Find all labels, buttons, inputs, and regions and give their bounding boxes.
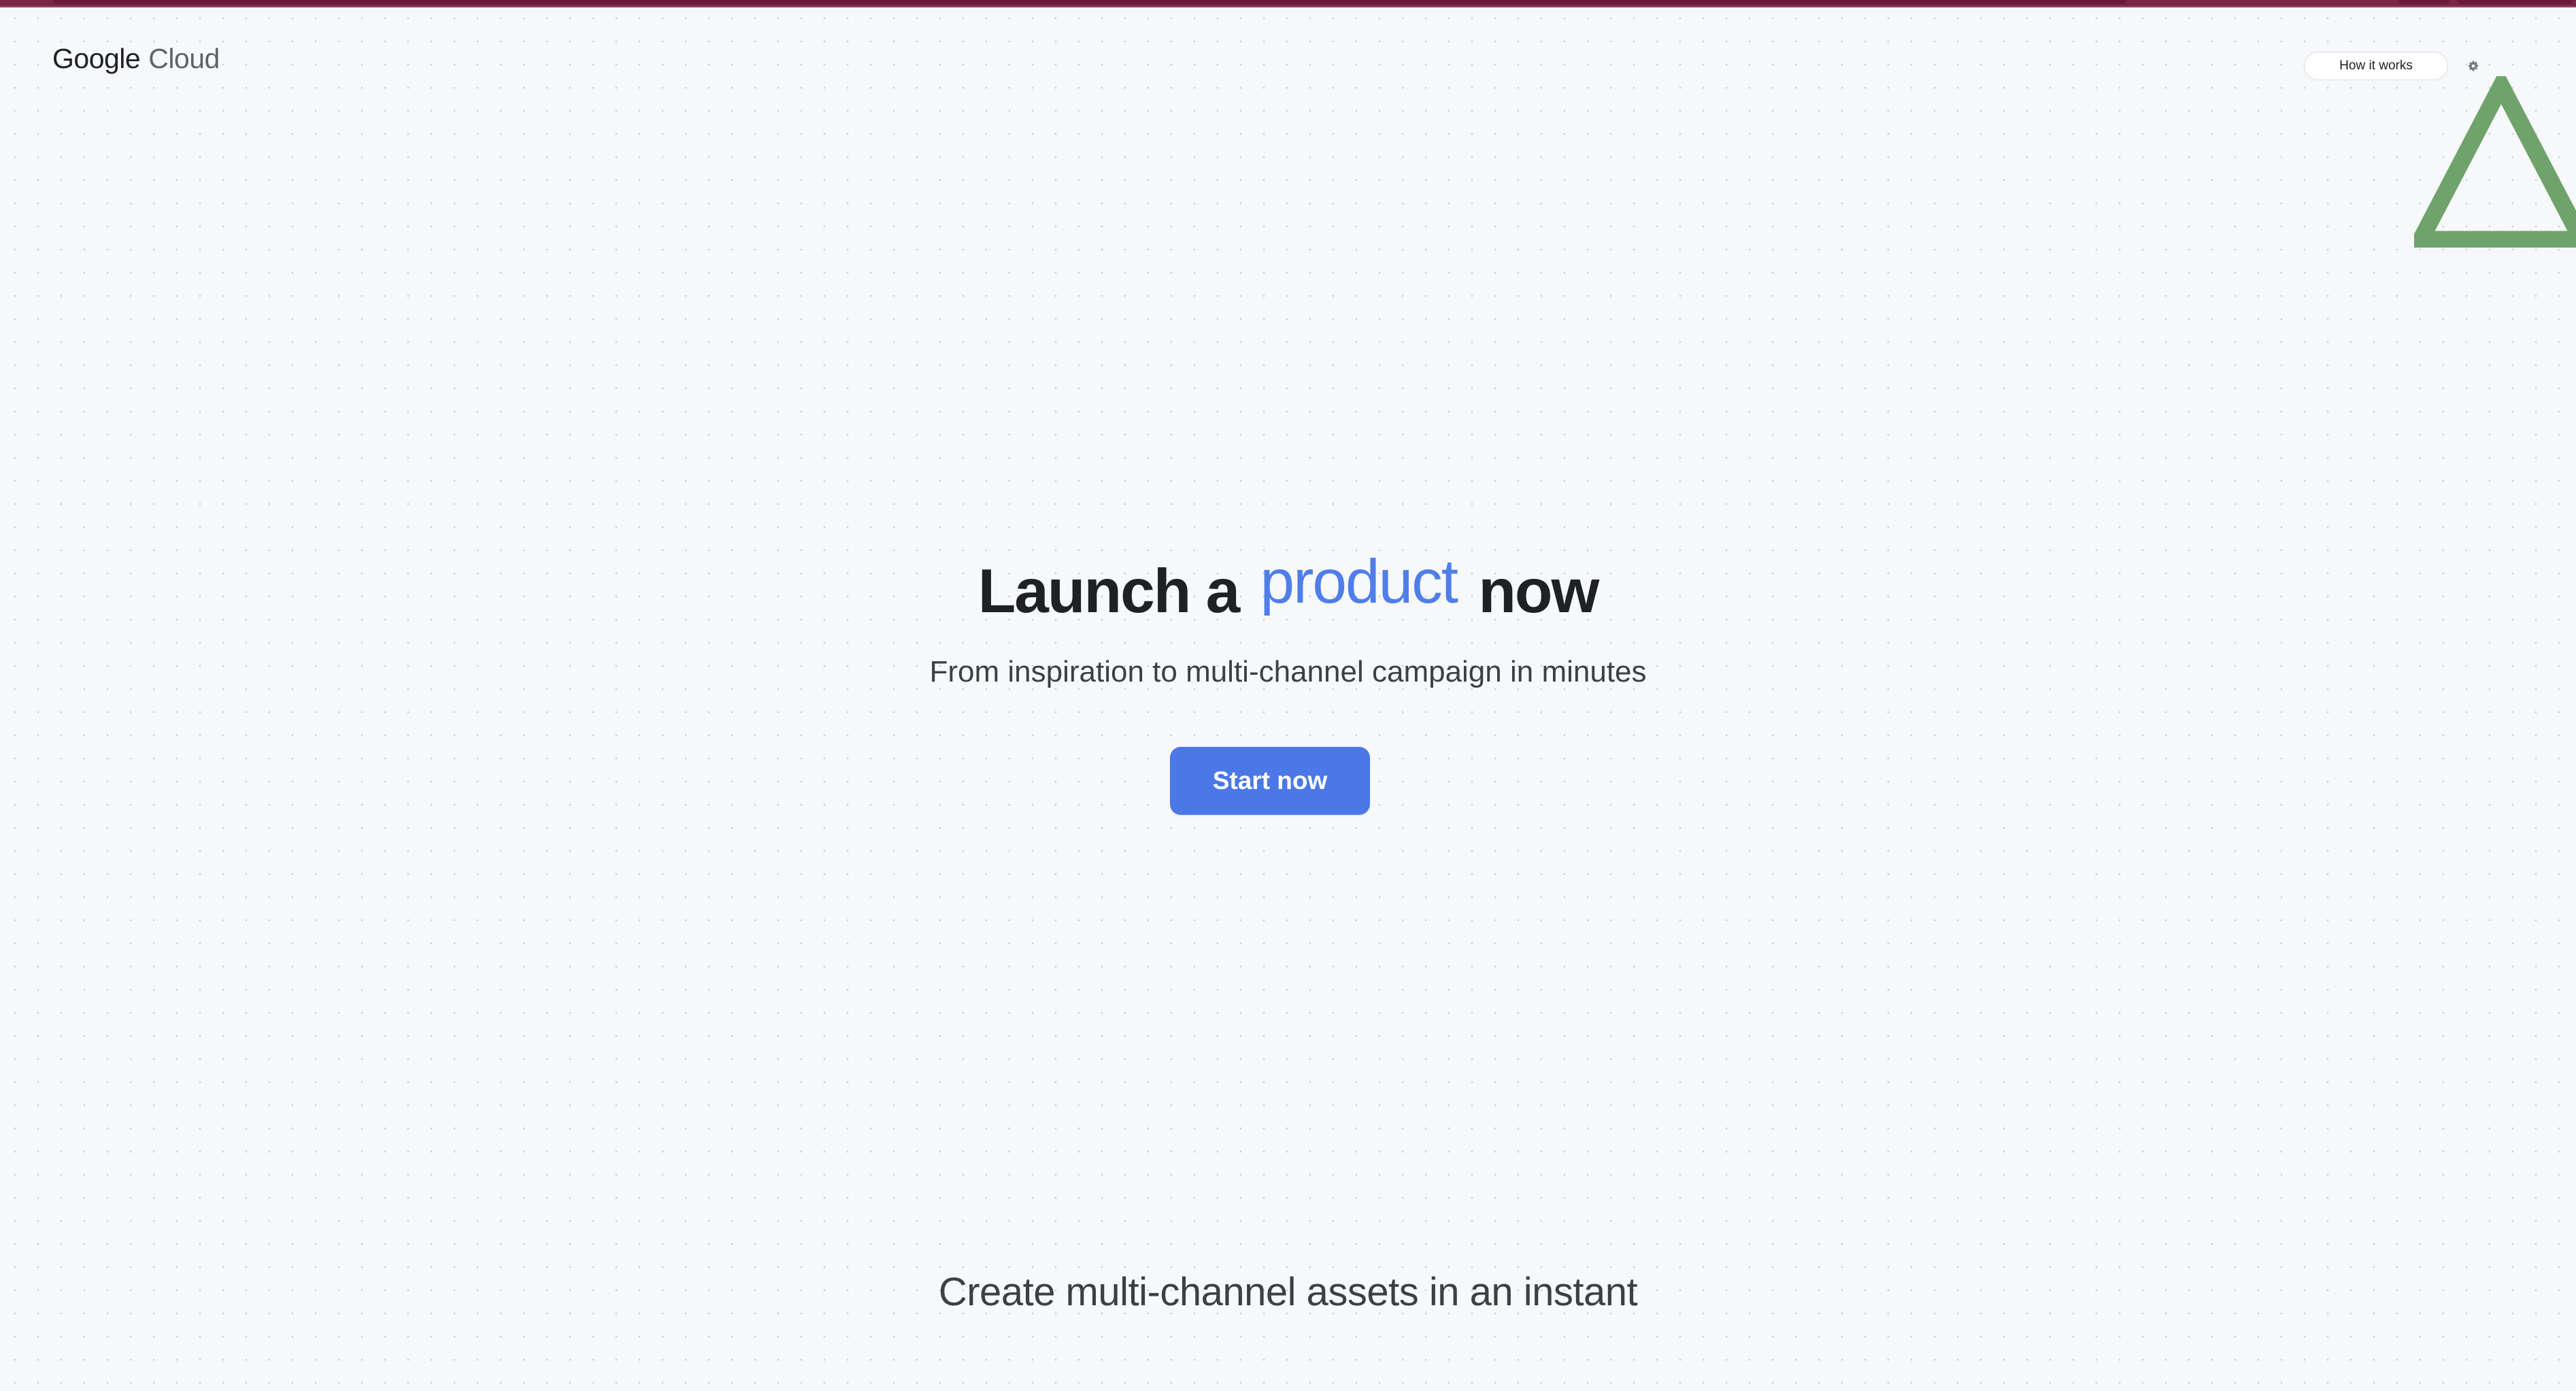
top-strip-segment bbox=[53, 0, 2126, 4]
gear-icon[interactable] bbox=[2467, 60, 2479, 72]
hero-section: Launch a product now From inspiration to… bbox=[0, 548, 2576, 690]
start-now-button[interactable]: Start now bbox=[1170, 747, 1370, 815]
hero-highlight-word: product bbox=[1260, 548, 1458, 616]
hero-title: Launch a product now bbox=[0, 548, 2576, 626]
hero-subtitle: From inspiration to multi-channel campai… bbox=[929, 655, 1647, 689]
hero-title-after: now bbox=[1478, 557, 1599, 626]
hero-title-before: Launch a bbox=[977, 557, 1240, 626]
google-cloud-logo[interactable]: Google Cloud bbox=[52, 45, 220, 73]
top-strip-segment bbox=[2398, 0, 2449, 4]
top-strip bbox=[0, 0, 2576, 7]
landing-page: Google Cloud How it works Launch a produ… bbox=[0, 0, 2576, 1391]
triangle-icon bbox=[2414, 76, 2576, 248]
assets-section-title: Create multi-channel assets in an instan… bbox=[938, 1270, 1638, 1314]
brand-google-text: Google bbox=[52, 43, 141, 74]
top-strip-segment bbox=[2457, 0, 2573, 4]
brand-cloud-text: Cloud bbox=[148, 43, 220, 74]
